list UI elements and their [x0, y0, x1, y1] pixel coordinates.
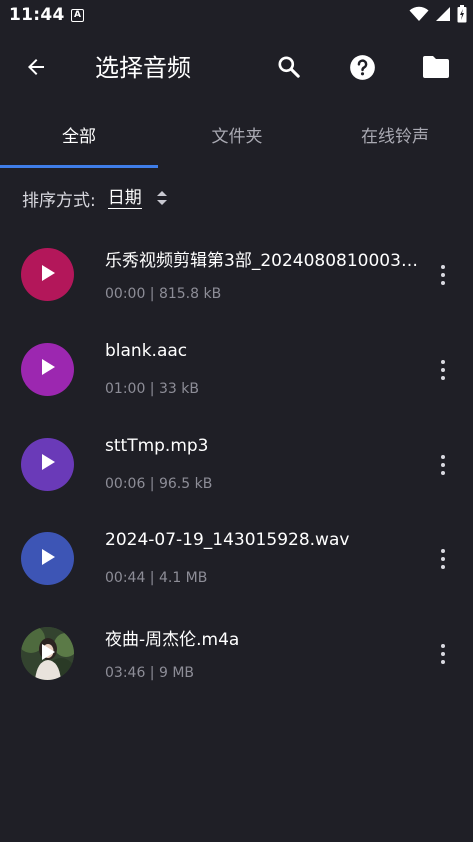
play-icon [40, 643, 56, 665]
cell-signal-icon [435, 6, 451, 26]
tab-indicator [0, 165, 158, 168]
sort-toggle-icon[interactable] [156, 190, 168, 206]
app-bar: 选择音频 [0, 34, 473, 104]
list-item[interactable]: blank.aac 01:00 | 33 kB [0, 323, 473, 418]
file-meta: 03:46 | 9 MB [105, 665, 195, 682]
file-meta: 01:00 | 33 kB [105, 380, 199, 397]
battery-icon [457, 5, 467, 27]
notification-badge: A [71, 9, 84, 22]
more-vert-icon [441, 359, 445, 364]
file-meta: 00:44 | 4.1 MB [105, 570, 208, 587]
sort-label: 排序方式: [22, 190, 96, 211]
select-audio-screen: 11:44 A 选择音频 全部 文件夹 在线铃声 排序方式: 日期 乐秀视频剪辑… [0, 0, 473, 842]
list-item[interactable]: 2024-07-19_143015928.wav 00:44 | 4.1 MB [0, 512, 473, 607]
file-name: 乐秀视频剪辑第3部_20240808100031.aac [105, 251, 423, 271]
tab-all[interactable]: 全部 [0, 104, 158, 168]
file-name: 2024-07-19_143015928.wav [105, 530, 350, 551]
file-meta: 00:00 | 815.8 kB [105, 286, 222, 302]
tab-online-ringtones[interactable]: 在线铃声 [316, 104, 473, 168]
file-name: sttTmp.mp3 [105, 435, 209, 456]
list-item[interactable]: 乐秀视频剪辑第3部_20240808100031.aac 00:00 | 815… [0, 228, 473, 323]
more-options-button[interactable] [428, 355, 458, 385]
status-bar: 11:44 A [0, 0, 473, 34]
help-button[interactable] [344, 51, 380, 87]
play-icon [40, 264, 56, 286]
folder-button[interactable] [418, 51, 454, 87]
help-icon [349, 54, 376, 85]
play-icon [40, 548, 56, 570]
play-button[interactable] [21, 342, 74, 396]
more-vert-icon [441, 454, 445, 459]
list-item[interactable]: sttTmp.mp3 00:06 | 96.5 kB [0, 418, 473, 513]
wifi-icon [409, 6, 429, 26]
play-button[interactable] [21, 437, 74, 491]
more-options-button[interactable] [428, 450, 458, 480]
audio-file-list: 乐秀视频剪辑第3部_20240808100031.aac 00:00 | 815… [0, 228, 473, 702]
tab-bar: 全部 文件夹 在线铃声 [0, 104, 473, 168]
file-name: blank.aac [105, 340, 188, 361]
folder-icon [422, 55, 450, 83]
tab-folders[interactable]: 文件夹 [158, 104, 316, 168]
sort-value[interactable]: 日期 [107, 188, 142, 209]
more-options-button[interactable] [428, 639, 458, 669]
more-vert-icon [441, 265, 445, 269]
search-button[interactable] [271, 51, 307, 87]
more-options-button[interactable] [428, 544, 458, 574]
play-icon [40, 358, 56, 380]
status-icons [409, 5, 467, 27]
file-meta: 00:06 | 96.5 kB [105, 475, 213, 492]
more-vert-icon [441, 644, 445, 649]
status-time: 11:44 [9, 5, 65, 25]
back-arrow-icon [24, 55, 48, 83]
play-button[interactable] [21, 248, 74, 301]
play-icon [40, 453, 56, 475]
play-button[interactable] [21, 627, 74, 681]
search-icon [276, 54, 302, 84]
list-item[interactable]: 夜曲-周杰伦.m4a 03:46 | 9 MB [0, 607, 473, 702]
sort-row: 排序方式: 日期 [22, 184, 168, 212]
page-title: 选择音频 [95, 54, 191, 82]
play-button[interactable] [21, 532, 74, 586]
file-name: 夜曲-周杰伦.m4a [105, 630, 240, 651]
more-vert-icon [441, 549, 445, 554]
more-options-button[interactable] [428, 260, 458, 290]
back-button[interactable] [18, 51, 54, 87]
